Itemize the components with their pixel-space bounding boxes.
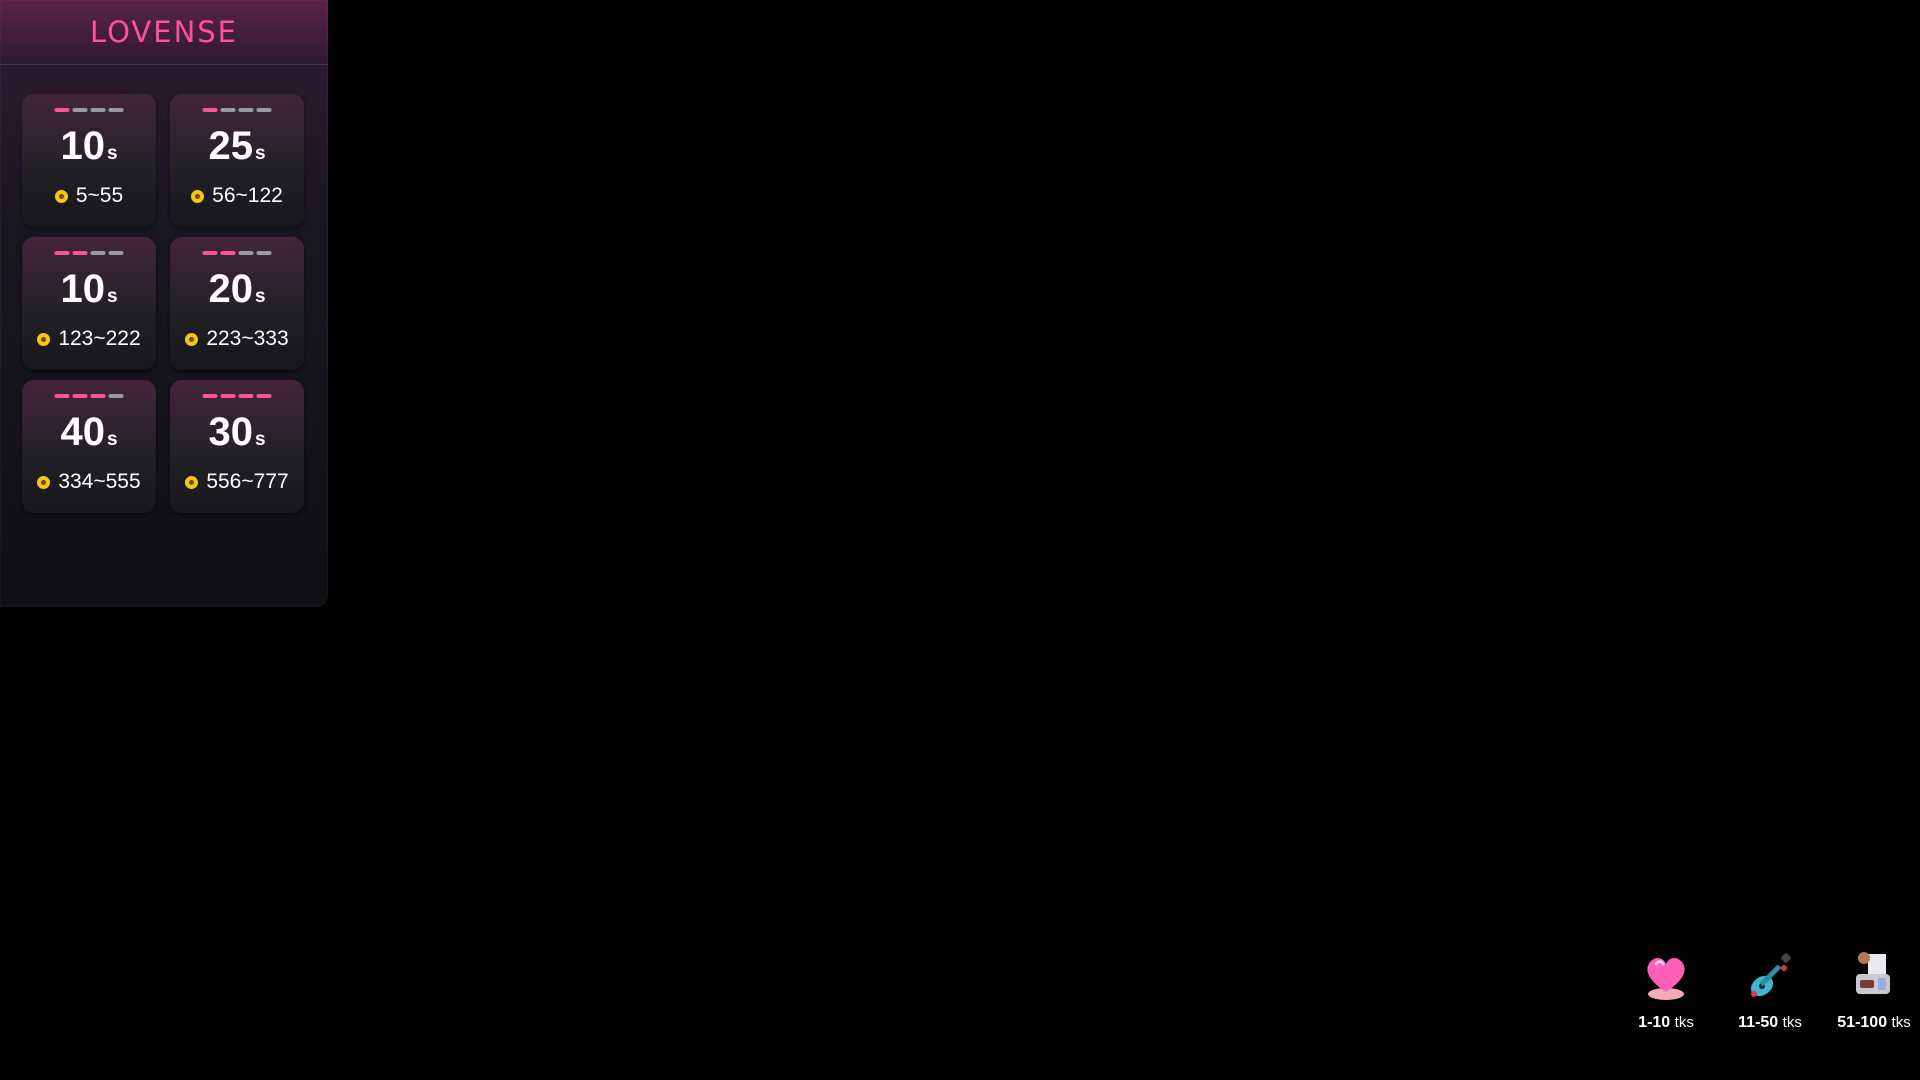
tip-amount: 11-50 <box>1738 1014 1779 1031</box>
duration-value: 40 <box>60 410 105 454</box>
level-bar <box>108 394 124 398</box>
level-bar <box>220 394 236 398</box>
level-bar <box>256 251 272 255</box>
level-bar <box>238 251 254 255</box>
level-indicator <box>202 394 272 398</box>
level-bar <box>220 251 236 255</box>
level-bar <box>256 108 272 112</box>
level-bar <box>72 108 88 112</box>
level-bar <box>220 108 236 112</box>
token-range: 223~333 <box>170 327 304 351</box>
level-bar <box>72 251 88 255</box>
level-bar <box>202 108 218 112</box>
token-range: 334~555 <box>22 470 156 494</box>
level-indicator <box>54 108 124 112</box>
duration: 10 s <box>22 267 156 312</box>
tip-unit: tks <box>1782 1014 1802 1031</box>
level-indicator <box>202 108 272 112</box>
duration-value: 10 <box>60 267 105 311</box>
coin-icon <box>37 332 51 346</box>
duration: 30 s <box>170 410 304 455</box>
tip-item-heart[interactable]: 1-10 tks <box>1624 948 1708 1032</box>
tip-label: 1-10 tks <box>1638 1014 1694 1032</box>
level-bar <box>202 394 218 398</box>
level-bar <box>108 108 124 112</box>
coin-icon <box>37 475 51 489</box>
tip-amount: 1-10 <box>1638 1014 1671 1031</box>
duration: 20 s <box>170 267 304 312</box>
level-bar <box>54 108 70 112</box>
token-range: 5~55 <box>22 184 156 208</box>
duration-unit: s <box>254 286 266 307</box>
tip-label: 51-100 tks <box>1837 1014 1910 1032</box>
level-card: 25 s 56~122 <box>170 94 304 227</box>
level-bar <box>54 251 70 255</box>
token-range-text: 123~222 <box>58 327 141 350</box>
heart-icon <box>1647 957 1685 1000</box>
token-range-text: 223~333 <box>206 327 289 350</box>
duration: 40 s <box>22 410 156 455</box>
token-range-text: 334~555 <box>58 470 141 493</box>
coin-icon <box>54 189 68 203</box>
duration-value: 20 <box>208 267 253 311</box>
duration-unit: s <box>106 429 118 450</box>
lovense-panel: LOVENSE 10 s 5~55 25 s 56~122 10 s 123~2… <box>0 0 328 607</box>
token-range-text: 56~122 <box>212 184 283 207</box>
level-bar <box>90 394 106 398</box>
tip-menu: 1-10 tks 11-50 tks 51-100 tks <box>1624 948 1916 1032</box>
token-range: 556~777 <box>170 470 304 494</box>
duration-unit: s <box>106 286 118 307</box>
level-card: 30 s 556~777 <box>170 380 304 513</box>
level-bar <box>256 394 272 398</box>
token-range: 123~222 <box>22 327 156 351</box>
level-bar <box>90 108 106 112</box>
duration-value: 25 <box>208 124 253 168</box>
tip-unit: tks <box>1674 1014 1694 1031</box>
token-range-text: 556~777 <box>206 470 289 493</box>
level-indicator <box>54 394 124 398</box>
duration-unit: s <box>106 143 118 164</box>
level-grid: 10 s 5~55 25 s 56~122 10 s 123~222 20 s … <box>22 94 304 513</box>
tip-label: 11-50 tks <box>1738 1014 1802 1032</box>
level-card: 40 s 334~555 <box>22 380 156 513</box>
tip-unit: tks <box>1891 1014 1911 1031</box>
token-range: 56~122 <box>170 184 304 208</box>
level-indicator <box>202 251 272 255</box>
level-card: 10 s 123~222 <box>22 237 156 370</box>
level-bar <box>72 394 88 398</box>
typewriter-icon <box>1856 952 1890 994</box>
level-indicator <box>54 251 124 255</box>
coin-icon <box>185 332 199 346</box>
duration-unit: s <box>254 429 266 450</box>
level-bar <box>202 251 218 255</box>
level-bar <box>54 394 70 398</box>
lovense-logo: LOVENSE <box>89 15 239 49</box>
coin-icon <box>185 475 199 489</box>
level-card: 20 s 223~333 <box>170 237 304 370</box>
tip-item-typewriter[interactable]: 51-100 tks <box>1832 948 1916 1032</box>
level-bar <box>90 251 106 255</box>
level-bar <box>238 108 254 112</box>
duration: 10 s <box>22 124 156 169</box>
coin-icon <box>191 189 205 203</box>
level-card: 10 s 5~55 <box>22 94 156 227</box>
level-bar <box>108 251 124 255</box>
duration-unit: s <box>254 143 266 164</box>
duration: 25 s <box>170 124 304 169</box>
token-range-text: 5~55 <box>75 184 124 207</box>
tip-item-guitar[interactable]: 11-50 tks <box>1728 948 1812 1032</box>
duration-value: 30 <box>208 410 253 454</box>
panel-header: LOVENSE <box>0 0 328 65</box>
level-bar <box>238 394 254 398</box>
tip-amount: 51-100 <box>1837 1014 1888 1031</box>
guitar-icon <box>1750 953 1791 997</box>
duration-value: 10 <box>60 124 105 168</box>
